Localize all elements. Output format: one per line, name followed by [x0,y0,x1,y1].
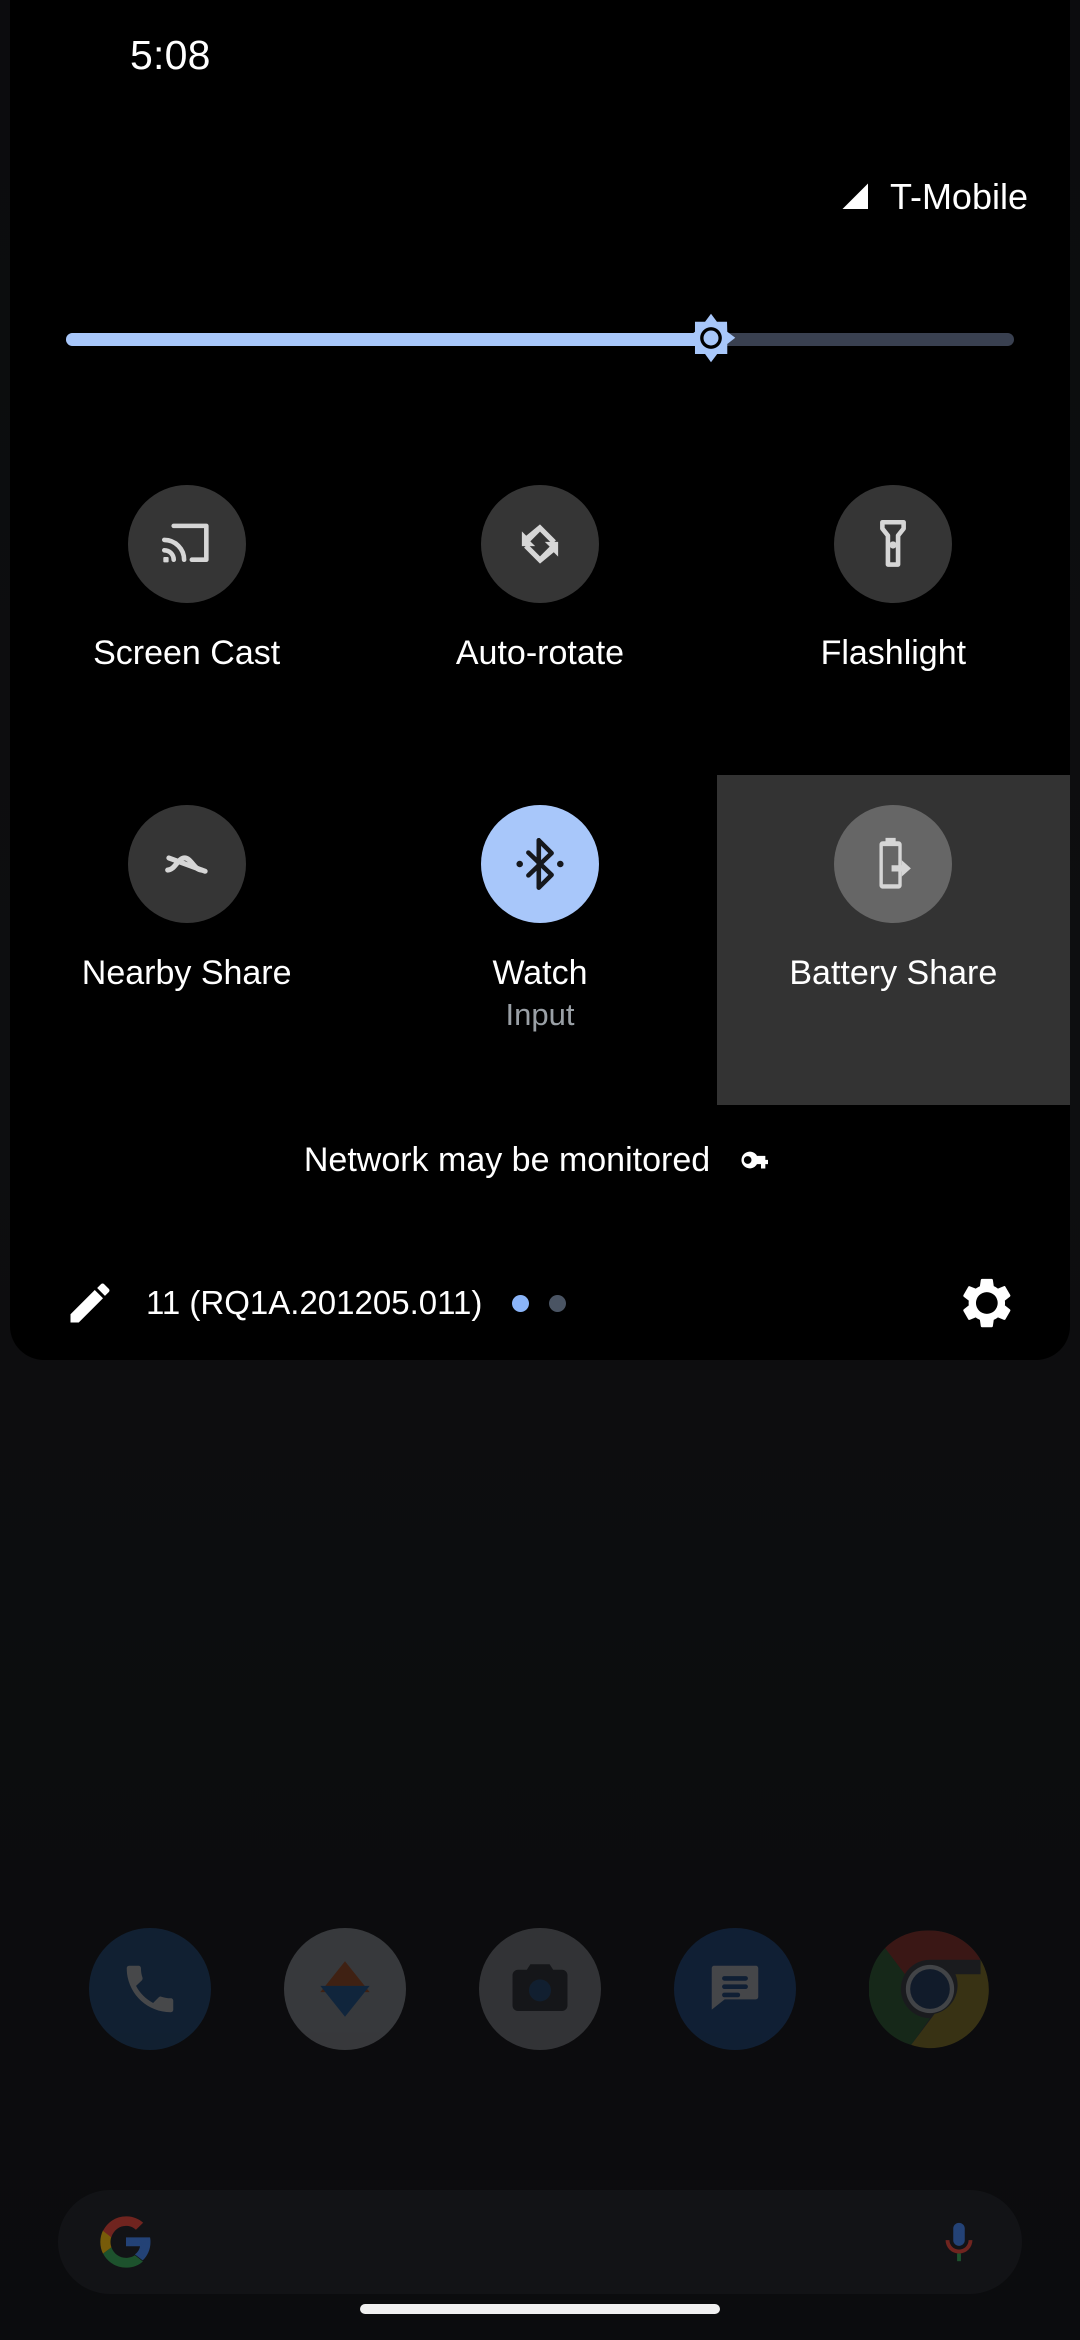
network-monitor-notice[interactable]: Network may be monitored [10,1140,1070,1180]
nearby-share-icon [164,855,208,874]
tile-label: Auto-rotate [455,634,625,672]
google-search-bar[interactable] [58,2190,1022,2294]
tile-label: Nearby Share [81,954,292,992]
tile-screen-cast[interactable]: Screen Cast [10,455,363,775]
brightness-sun-icon [686,313,735,363]
dock-app-chrome[interactable] [869,1928,991,2050]
tile-icon-wrap [480,805,599,923]
chrome-icon [869,1930,990,2049]
gear-icon [963,1278,1011,1328]
flashlight-icon [880,519,907,567]
build-number-label: 11 (RQ1A.201205.011) [146,1284,483,1321]
photos-icon [320,1961,370,2017]
auto-rotate-icon [521,524,559,564]
tile-label: Battery Share [789,954,998,992]
page-dot-inactive[interactable] [549,1294,567,1312]
home-indicator[interactable] [360,2304,720,2314]
carrier-label: T-Mobile [889,176,1028,217]
home-dock [0,1928,1080,2050]
tile-auto-rotate[interactable]: Auto-rotate [363,455,716,775]
tile-row-2: Nearby Share Watch Input Battery Share [10,775,1070,1105]
quick-settings-tiles: Screen Cast Auto-rotate Flashlight Nearb… [10,455,1070,1105]
microphone-icon [945,2222,973,2262]
cast-icon [161,523,209,563]
tile-icon-wrap [834,805,953,923]
carrier-row: T-Mobile [838,176,1028,218]
settings-button[interactable] [956,1272,1018,1334]
dock-app-phone[interactable] [88,1928,211,2050]
brightness-slider[interactable] [66,313,1014,363]
dock-app-photos[interactable] [283,1928,406,2050]
page-dot-active[interactable] [512,1294,530,1312]
tile-icon-wrap [127,805,246,923]
page-indicator [512,1294,567,1312]
signal-triangle-icon [842,183,868,209]
tile-watch[interactable]: Watch Input [363,775,716,1105]
messages-icon [711,1965,759,2010]
battery-share-icon [879,837,912,889]
tile-icon-wrap [480,485,599,603]
tile-label: Flashlight [820,634,967,672]
tile-subtitle: Input [505,997,575,1033]
tile-row-1: Screen Cast Auto-rotate Flashlight [10,455,1070,775]
phone-icon [126,1965,173,2013]
tile-icon-wrap [834,485,953,603]
status-bar: 5:08 [10,0,1070,110]
tile-label: Screen Cast [93,634,281,672]
tile-battery-share[interactable]: Battery Share [716,775,1070,1105]
vpn-key-icon [741,1151,769,1169]
brightness-slider-thumb[interactable] [680,307,742,369]
brightness-track-active [66,333,711,346]
edit-pencil-icon [70,1283,110,1323]
tile-nearby-share[interactable]: Nearby Share [10,775,363,1105]
dock-app-messages[interactable] [674,1928,797,2050]
camera-icon [512,1964,568,2011]
tile-label: Watch [492,954,588,992]
bluetooth-icon [516,838,564,890]
google-g-icon [100,2216,151,2268]
edit-tiles-button[interactable] [62,1275,118,1331]
network-monitor-text: Network may be monitored [303,1140,711,1179]
status-bar-clock: 5:08 [130,31,211,78]
tile-icon-wrap [127,485,246,603]
dock-app-camera[interactable] [478,1928,601,2050]
quick-settings-footer: 11 (RQ1A.201205.011) [10,1255,1070,1351]
tile-flashlight[interactable]: Flashlight [717,455,1070,775]
quick-settings-panel: 5:08 T-Mobile Screen Cast Auto-rotate Fl… [10,0,1070,1360]
